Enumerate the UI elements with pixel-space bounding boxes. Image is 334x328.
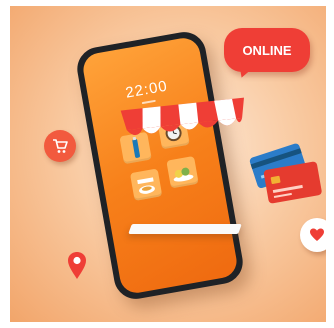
display-shelf xyxy=(128,224,242,234)
credit-cards-icon xyxy=(249,143,322,204)
product-tile-food xyxy=(129,168,163,201)
location-pin-icon xyxy=(68,252,86,279)
bubble-text: ONLINE xyxy=(242,42,292,58)
cart-badge xyxy=(44,130,76,162)
phone-screen: 22:00 xyxy=(80,35,240,296)
product-tile-groceries xyxy=(166,155,199,189)
promo-illustration: 22:00 ONLINE xyxy=(10,6,326,322)
smartphone: 22:00 xyxy=(73,28,247,303)
shopping-cart-icon xyxy=(53,139,68,153)
heart-icon xyxy=(310,228,324,241)
heart-badge xyxy=(300,218,326,252)
